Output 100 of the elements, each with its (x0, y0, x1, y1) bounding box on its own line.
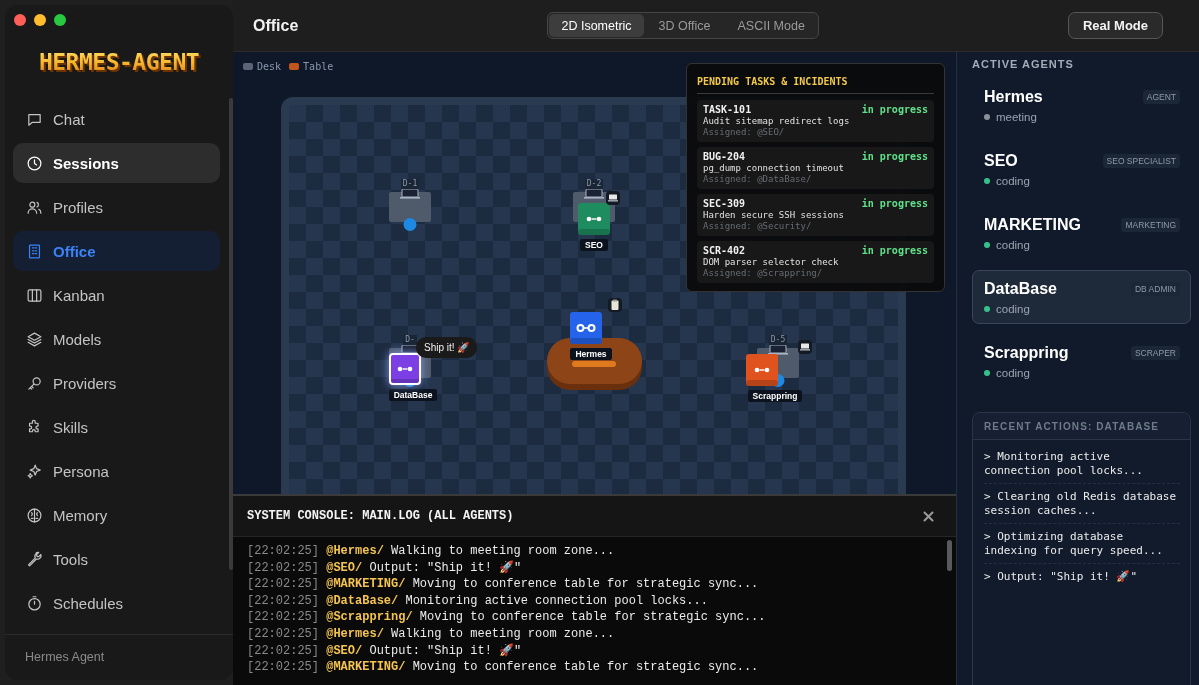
task-assignee: Assigned: @Scrappring/ (703, 268, 824, 279)
robot-face-icon[interactable] (389, 353, 421, 385)
nav-item[interactable]: Skills (13, 407, 220, 447)
brain-icon (26, 506, 43, 524)
task-card[interactable]: TASK-101 in progress Audit sitemap redirect logs Assigned: @SEO/ (697, 100, 934, 142)
task-status: in progress (861, 198, 928, 210)
log-message: Moving to conference table for strategic sync... (412, 577, 759, 592)
task-description: Audit sitemap redirect logs (703, 116, 851, 127)
nav-item[interactable]: Kanban (13, 275, 220, 315)
wrench-icon (26, 550, 43, 568)
agent-label: Hermes (570, 348, 612, 360)
role-badge: SCRAPER (1130, 346, 1180, 360)
agent-card[interactable]: SEO SEO SPECIALIST coding (972, 142, 1191, 196)
agent-name: Scrappring (984, 344, 1069, 362)
task-assignee: Assigned: @Security/ (703, 221, 813, 232)
task-description: DOM parser selector check (703, 257, 840, 268)
scrollbar-thumb[interactable] (947, 540, 952, 571)
task-id: TASK-101 (703, 104, 752, 116)
agent-name: MARKETING (984, 216, 1081, 234)
agent-status: coding (996, 239, 1030, 251)
task-id: SCR-402 (703, 245, 746, 257)
log-agent: @DataBase/ (326, 593, 399, 608)
task-id: SEC-309 (703, 198, 746, 210)
role-badge: MARKETING (1121, 218, 1180, 232)
log-agent: @SEO/ (326, 643, 363, 658)
agent-status: meeting (996, 111, 1037, 123)
maximize-window-icon[interactable] (54, 14, 66, 26)
desk-label: D-1 (400, 179, 420, 189)
nav-item[interactable]: Chat (13, 99, 220, 139)
close-window-icon[interactable] (14, 14, 26, 26)
task-card[interactable]: BUG-204 in progress pg_dump connection timeout Assigned: @DataBase/ (697, 147, 934, 189)
recent-actions-title: RECENT ACTIONS: DATABASE (984, 420, 1160, 432)
layers-icon (26, 330, 43, 348)
log-message: Walking to meeting room zone... (391, 544, 615, 558)
view-tab[interactable]: ASCII Mode (725, 14, 817, 37)
action-entry: > Clearing old Redis database session caches... (984, 484, 1180, 524)
page-title: Office (253, 16, 299, 35)
robot-face-icon[interactable] (746, 354, 778, 386)
robot-face-icon[interactable] (578, 203, 610, 235)
robot-face-icon[interactable] (570, 312, 602, 344)
nav-item[interactable]: Office (13, 231, 220, 271)
log-timestamp: [22:02:25] (247, 643, 319, 658)
agent-name: DataBase (984, 280, 1057, 298)
nav-item[interactable]: Profiles (13, 187, 220, 227)
log-timestamp: [22:02:25] (247, 593, 319, 608)
log-agent: @Hermes/ (326, 626, 384, 641)
desk-drawing (389, 189, 431, 231)
action-entry: > Optimizing database indexing for query speed... (984, 524, 1180, 564)
role-badge: DB ADMIN (1130, 282, 1180, 296)
log-message: Output: "Ship it! 🚀" (369, 560, 522, 575)
laptop-icon (606, 191, 620, 205)
nav-item[interactable]: Providers (13, 363, 220, 403)
minimize-window-icon[interactable] (34, 14, 46, 26)
log-message: Walking to meeting room zone... (391, 626, 615, 641)
action-entry: > Monitoring active connection pool locks... (984, 444, 1180, 484)
agent-name: SEO (984, 152, 1018, 170)
mode-button[interactable]: Real Mode (1068, 12, 1163, 39)
log-message: Monitoring active connection pool locks... (405, 593, 708, 608)
agent-status: coding (996, 175, 1030, 187)
task-description: Harden secure SSH sessions (703, 210, 845, 221)
task-status: in progress (861, 151, 928, 163)
desk-label: D-5 (768, 335, 788, 345)
log-timestamp: [22:02:25] (247, 660, 319, 675)
building-icon (26, 242, 43, 260)
log-timestamp: [22:02:25] (247, 577, 319, 592)
task-card[interactable]: SCR-402 in progress DOM parser selector check Assigned: @Scrappring/ (697, 241, 934, 283)
agent-card[interactable]: DataBase DB ADMIN coding (972, 270, 1191, 324)
view-tab[interactable]: 3D Office (646, 14, 723, 37)
agent-label: SEO (580, 239, 608, 251)
nav-item[interactable]: Memory (13, 495, 220, 535)
action-entry: > Output: "Ship it! 🚀" (984, 569, 1139, 585)
clock-icon (26, 154, 43, 172)
nav-item[interactable]: Models (13, 319, 220, 359)
key-icon (26, 374, 43, 392)
speech-bubble: Ship it! 🚀 (416, 337, 478, 358)
agent-name: Hermes (984, 88, 1043, 106)
log-agent: @Hermes/ (326, 544, 384, 558)
sparkles-icon (26, 462, 43, 480)
log-message: Output: "Ship it! 🚀" (369, 643, 522, 658)
nav-item[interactable]: Sessions (13, 143, 220, 183)
nav-item[interactable]: Persona (13, 451, 220, 491)
desk-label: D- (403, 335, 417, 345)
app-name: Hermes Agent (25, 650, 105, 664)
timer-icon (26, 594, 43, 612)
console-title: SYSTEM CONSOLE: MAIN.LOG (ALL AGENTS) (247, 509, 514, 523)
close-icon[interactable] (923, 510, 934, 522)
agent-card[interactable]: MARKETING MARKETING coding (972, 206, 1191, 260)
clipboard-icon (608, 298, 622, 312)
view-tab[interactable]: 2D Isometric (549, 14, 644, 37)
log-agent: @MARKETING/ (326, 660, 406, 675)
nav-item[interactable]: Tools (13, 539, 220, 579)
agent-card[interactable]: Hermes AGENT meeting (972, 78, 1191, 132)
nav-item[interactable]: Schedules (13, 583, 220, 623)
task-description: pg_dump connection timeout (703, 163, 845, 174)
columns-icon (26, 286, 43, 304)
role-badge: SEO SPECIALIST (1102, 154, 1180, 168)
task-card[interactable]: SEC-309 in progress Harden secure SSH sessions Assigned: @Security/ (697, 194, 934, 236)
scrollbar-thumb[interactable] (229, 98, 233, 570)
agent-card[interactable]: Scrappring SCRAPER coding (972, 334, 1191, 388)
panel-title: ACTIVE AGENTS (972, 57, 1074, 71)
